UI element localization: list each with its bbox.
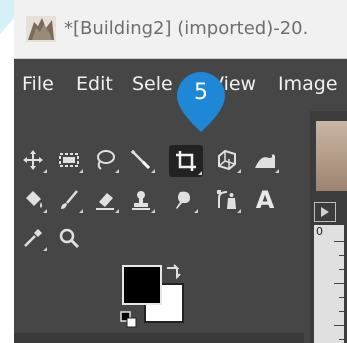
text-tool[interactable]: A: [250, 185, 280, 215]
unified-transform-tool[interactable]: [212, 145, 242, 175]
fuzzy-select-tool[interactable]: [126, 145, 156, 175]
title-bar: *[Building2] (imported)-20.: [14, 0, 347, 59]
lasso-icon: [97, 150, 115, 170]
vertical-ruler: 0: [314, 225, 344, 343]
ruler-toggle-icon[interactable]: [314, 202, 336, 222]
crop-tool[interactable]: [169, 145, 203, 177]
free-select-tool[interactable]: [90, 145, 120, 175]
eraser-tool[interactable]: [90, 185, 120, 215]
gimp-window: *[Building2] (imported)-20. File Edit Se…: [14, 0, 347, 343]
toolbox-bottom-strip: [14, 333, 304, 343]
menu-image[interactable]: Image: [278, 73, 338, 95]
text-tool-glyph: A: [255, 186, 275, 214]
bucket-fill-tool[interactable]: [18, 185, 48, 215]
color-swatches: [120, 263, 190, 333]
image-canvas-area: 0: [310, 111, 347, 343]
swap-colors-icon[interactable]: [164, 263, 182, 281]
step-badge-number: 5: [194, 80, 208, 105]
smudge-icon: [176, 191, 190, 209]
paintbrush-tool[interactable]: [54, 185, 84, 215]
window-title: *[Building2] (imported)-20.: [64, 18, 309, 39]
foreground-color-swatch[interactable]: [122, 265, 162, 305]
paintbrush-icon: [61, 190, 78, 209]
clone-stamp-icon: [132, 191, 150, 210]
smudge-tool[interactable]: [169, 185, 199, 215]
bucket-icon: [26, 191, 42, 208]
menu-file[interactable]: File: [22, 73, 54, 95]
menu-edit[interactable]: Edit: [76, 73, 113, 95]
crop-icon: [176, 151, 196, 171]
eraser-icon: [96, 193, 114, 210]
step-badge: 5: [175, 70, 227, 134]
transform-icon: [218, 149, 236, 171]
zoom-icon: [59, 228, 80, 249]
rect-select-tool[interactable]: [54, 145, 84, 175]
eyedropper-icon: [24, 229, 42, 247]
reset-colors-icon[interactable]: [120, 311, 138, 329]
toolbox: A: [14, 111, 304, 343]
clone-tool[interactable]: [126, 185, 156, 215]
menu-select[interactable]: Sele: [132, 73, 173, 95]
paths-icon: [217, 190, 236, 209]
zoom-tool[interactable]: [54, 223, 84, 253]
image-thumbnail: [316, 121, 347, 191]
warp-transform-tool[interactable]: [250, 145, 280, 175]
move-icon: [23, 150, 43, 170]
paths-tool[interactable]: [212, 185, 242, 215]
ruler-zero-label: 0: [316, 225, 323, 238]
move-tool[interactable]: [18, 145, 48, 175]
gimp-app-icon: [26, 16, 56, 42]
warp-icon: [255, 154, 275, 168]
color-picker-tool[interactable]: [18, 223, 48, 253]
magic-wand-icon: [131, 150, 151, 170]
rect-select-icon: [59, 153, 79, 167]
